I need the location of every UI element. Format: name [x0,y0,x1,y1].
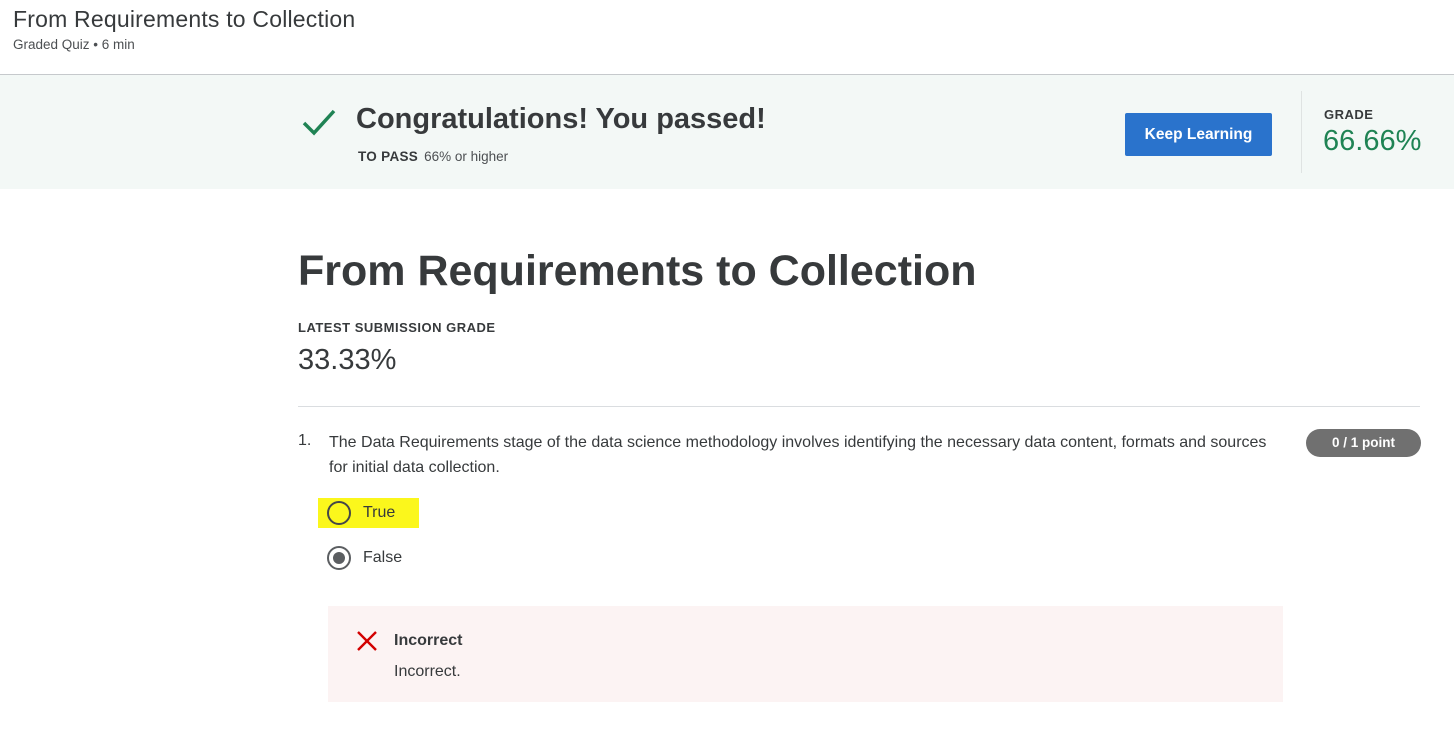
points-badge: 0 / 1 point [1306,429,1421,457]
question-number: 1. [298,432,312,449]
content-divider [298,406,1420,407]
check-icon [302,109,336,136]
grade-divider [1301,91,1302,173]
option-false[interactable]: False [318,543,402,573]
to-pass-label: TO PASS [358,149,419,164]
grade-label: GRADE [1324,107,1374,122]
pass-threshold: TO PASS 66% or higher [358,149,508,164]
x-icon [357,631,377,651]
option-label-true: True [363,504,396,521]
radio-button-false[interactable] [327,546,351,570]
option-true[interactable]: True [318,498,419,528]
keep-learning-button[interactable]: Keep Learning [1125,113,1272,156]
header-title: From Requirements to Collection [13,6,356,32]
radio-button-true[interactable] [327,501,351,525]
question-text: The Data Requirements stage of the data … [329,434,1267,476]
top-header: From Requirements to Collection Graded Q… [0,0,1454,75]
header-subtitle: Graded Quiz • 6 min [13,37,135,52]
quiz-title: From Requirements to Collection [298,247,977,295]
option-label-false: False [363,549,403,566]
feedback-text: Incorrect. [394,663,461,680]
feedback-title: Incorrect [394,632,463,649]
latest-submission-grade: 33.33% [298,344,397,376]
pass-banner: Congratulations! You passed! TO PASS 66% … [0,75,1454,189]
latest-submission-label: LATEST SUBMISSION GRADE [298,320,496,335]
feedback-box: Incorrect Incorrect. [328,606,1283,702]
grade-value: 66.66% [1323,125,1422,157]
to-pass-value: 66% or higher [424,149,509,164]
pass-message: Congratulations! You passed! [356,103,766,135]
